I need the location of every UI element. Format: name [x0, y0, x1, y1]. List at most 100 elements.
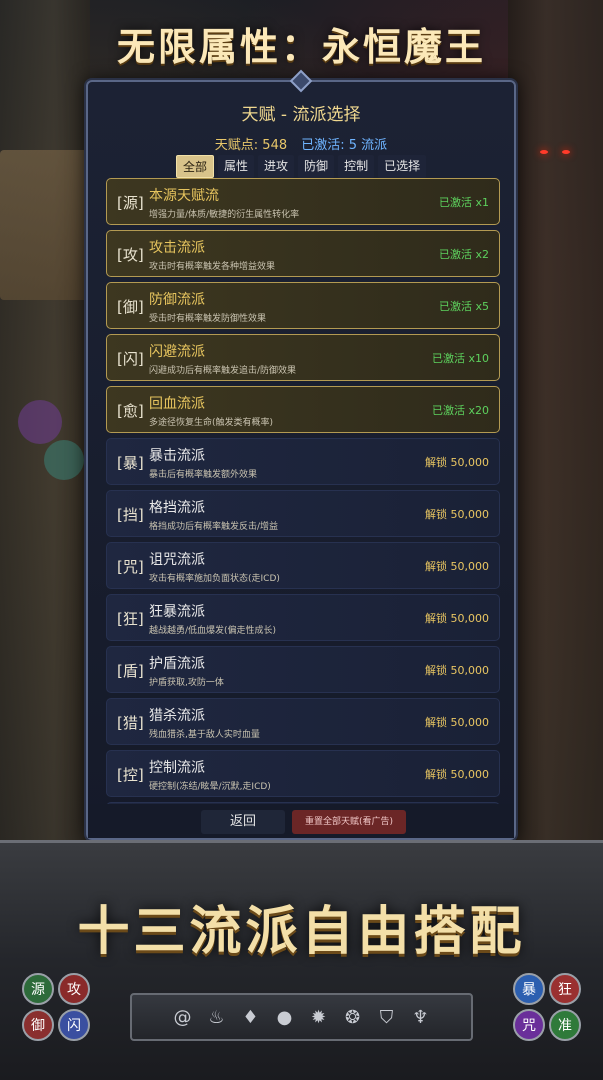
- talent-summary: 天赋点: 548 已激活: 5 流派: [88, 134, 514, 153]
- school-row[interactable]: [咒] 诅咒流派攻击有概率施加负面状态(走ICD) 解锁 50,000: [106, 542, 500, 589]
- orb-dodge-icon[interactable]: 闪: [58, 1009, 90, 1041]
- school-description: 闪避成功后有概率触发追击/防御效果: [149, 366, 297, 376]
- background-flask-green: [44, 440, 84, 480]
- school-active-status: 已激活 x2: [438, 248, 489, 261]
- background-demon-eye-left: [540, 150, 548, 154]
- filter-tab-attribute[interactable]: 属性: [218, 155, 255, 178]
- school-unlock-cost: 解锁 50,000: [425, 716, 489, 729]
- background-wall-right: [508, 0, 603, 840]
- school-tag: [闪]: [117, 350, 144, 368]
- school-tag: [御]: [117, 298, 144, 316]
- school-row[interactable]: [御] 防御流派受击时有概率触发防御性效果 已激活 x5: [106, 282, 500, 329]
- school-row[interactable]: [猎] 猎杀流派残血猎杀,基于敌人实时血量 解锁 50,000: [106, 698, 500, 745]
- school-row[interactable]: [源] 本源天赋流增强力量/体质/敏捷的衍生属性转化率 已激活 x1: [106, 178, 500, 225]
- school-name: 格挡流派: [149, 500, 205, 516]
- orb-source-icon[interactable]: 源: [22, 973, 54, 1005]
- orb-defense-icon[interactable]: 御: [22, 1009, 54, 1041]
- school-row[interactable]: [攻] 攻击流派攻击时有概率触发各种增益效果 已激活 x2: [106, 230, 500, 277]
- school-description: 多途径恢复生命(触发类有概率): [149, 418, 274, 428]
- school-tag: [控]: [117, 766, 144, 784]
- school-row[interactable]: [控] 控制流派 硬控制(冻结/眩晕/沉默,走ICD) 解锁 50,000: [106, 750, 500, 797]
- school-description: 越战越勇/低血爆发(偏走性成长): [149, 626, 277, 636]
- school-icon-strip: @ ♨ ♦ ● ✹ ❂ ⛉ ♆: [130, 993, 473, 1041]
- school-tag: [愈]: [117, 402, 144, 420]
- school-description: 硬控制(冻结/眩晕/沉默,走ICD): [149, 782, 271, 792]
- school-name: 猎杀流派: [149, 708, 205, 724]
- filter-tab-all[interactable]: 全部: [176, 155, 215, 178]
- orb-berserk-icon[interactable]: 狂: [549, 973, 581, 1005]
- school-row[interactable]: [狂] 狂暴流派越战越勇/低血爆发(偏走性成长) 解锁 50,000: [106, 594, 500, 641]
- school-name: 本源天赋流: [149, 188, 219, 204]
- school-name: 诅咒流派: [149, 552, 205, 568]
- school-tag: [盾]: [117, 662, 144, 680]
- school-tag: [暴]: [117, 454, 144, 472]
- promo-banner: 十三流派自由搭配 @ ♨ ♦ ● ✹ ❂ ⛉ ♆ 源 攻 御 闪 暴 狂 咒 准: [0, 840, 603, 1080]
- school-tag: [咒]: [117, 558, 144, 576]
- school-row[interactable]: [盾] 护盾流派护盾获取,攻防一体 解锁 50,000: [106, 646, 500, 693]
- school-unlock-cost: 解锁 50,000: [425, 768, 489, 781]
- school-active-status: 已激活 x1: [438, 196, 489, 209]
- talent-panel: 天赋 - 流派选择 天赋点: 548 已激活: 5 流派 全部 属性 进攻 防御…: [86, 80, 516, 840]
- school-row[interactable]: [闪] 闪避流派闪避成功后有概率触发追击/防御效果 已激活 x10: [106, 334, 500, 381]
- school-name: 防御流派: [149, 292, 205, 308]
- wing-icon: ♆: [412, 1006, 429, 1028]
- school-unlock-cost: 解锁 50,000: [425, 508, 489, 521]
- school-unlock-cost: 解锁 50,000: [425, 664, 489, 677]
- banner-slogan: 十三流派自由搭配: [77, 901, 526, 962]
- school-tag: [挡]: [117, 506, 144, 524]
- school-description: 护盾获取,攻防一体: [149, 678, 224, 688]
- active-count: 已激活: 5 流派: [301, 138, 388, 153]
- school-tag: [狂]: [117, 610, 144, 628]
- filter-tab-offense[interactable]: 进攻: [258, 155, 295, 178]
- spiral-icon: @: [173, 1006, 192, 1028]
- school-description: 攻击时有概率触发各种增益效果: [149, 262, 276, 272]
- background-demon-eye-right: [562, 150, 570, 154]
- flame-cluster-icon: ♨: [208, 1006, 225, 1028]
- school-description: 格挡成功后有概率触发反击/增益: [149, 522, 279, 532]
- school-description: 受击时有概率触发防御性效果: [149, 314, 267, 324]
- school-unlock-cost: 解锁 50,000: [425, 456, 489, 469]
- school-list[interactable]: [源] 本源天赋流增强力量/体质/敏捷的衍生属性转化率 已激活 x1 [攻] 攻击流派攻…: [106, 178, 500, 818]
- school-tag: [猎]: [117, 714, 144, 732]
- school-name: 攻击流派: [149, 240, 205, 256]
- school-description: 暴击后有概率触发额外效果: [149, 470, 258, 480]
- school-description: 残血猎杀,基于敌人实时血量: [149, 730, 260, 740]
- school-name: 回血流派: [149, 396, 205, 412]
- filter-tabs: 全部 属性 进攻 防御 控制 已选择: [176, 155, 427, 178]
- orb-precise-icon[interactable]: 准: [549, 1009, 581, 1041]
- school-row[interactable]: [挡] 格挡流派格挡成功后有概率触发反击/增益 解锁 50,000: [106, 490, 500, 537]
- school-name: 暴击流派: [149, 448, 205, 464]
- school-row[interactable]: [暴] 暴击流派暴击后有概率触发额外效果 解锁 50,000: [106, 438, 500, 485]
- filter-tab-control[interactable]: 控制: [338, 155, 375, 178]
- drop-icon: ●: [276, 1006, 293, 1028]
- back-button[interactable]: 返回: [201, 810, 285, 834]
- school-name: 闪避流派: [149, 344, 205, 360]
- orb-crit-icon[interactable]: 暴: [513, 973, 545, 1005]
- school-description: 增强力量/体质/敏捷的衍生属性转化率: [149, 210, 300, 220]
- school-tag: [源]: [117, 194, 144, 212]
- filter-tab-selected[interactable]: 已选择: [378, 155, 427, 178]
- school-description: 攻击有概率施加负面状态(走ICD): [149, 574, 280, 584]
- orb-curse-icon[interactable]: 咒: [513, 1009, 545, 1041]
- school-active-status: 已激活 x20: [431, 404, 489, 417]
- orb-attack-icon[interactable]: 攻: [58, 973, 90, 1005]
- school-row[interactable]: [愈] 回血流派多途径恢复生命(触发类有概率) 已激活 x20: [106, 386, 500, 433]
- school-unlock-cost: 解锁 50,000: [425, 612, 489, 625]
- reset-talents-button[interactable]: 重置全部天赋(看广告): [292, 810, 406, 834]
- panel-title: 天赋 - 流派选择: [241, 105, 361, 125]
- shield-icon: ⛉: [379, 1006, 394, 1028]
- background-map: [0, 150, 88, 300]
- filter-tab-defense[interactable]: 防御: [298, 155, 335, 178]
- school-name: 狂暴流派: [149, 604, 205, 620]
- sun-icon: ✹: [310, 1006, 327, 1028]
- swirl-icon: ❂: [344, 1006, 361, 1028]
- school-active-status: 已激活 x10: [431, 352, 489, 365]
- panel-bottom-bar: 返回 重置全部天赋(看广告): [88, 804, 514, 838]
- school-active-status: 已激活 x5: [438, 300, 489, 313]
- school-name: 护盾流派: [149, 656, 205, 672]
- talent-points: 天赋点: 548: [214, 138, 288, 153]
- school-unlock-cost: 解锁 50,000: [425, 560, 489, 573]
- fire-icon: ♦: [242, 1006, 259, 1028]
- school-tag: [攻]: [117, 246, 144, 264]
- background-flask-purple: [18, 400, 62, 444]
